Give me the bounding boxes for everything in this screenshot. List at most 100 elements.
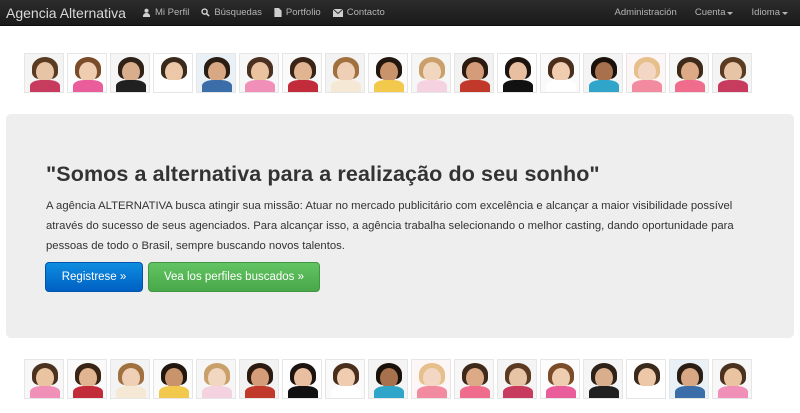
thumbnail-body	[718, 80, 748, 92]
profile-thumbnail[interactable]	[583, 359, 623, 399]
caret-down-icon	[727, 11, 734, 15]
profile-thumbnail[interactable]	[110, 53, 150, 93]
thumbnail-body	[718, 386, 748, 398]
user-icon	[142, 8, 151, 17]
thumbnail-face	[122, 62, 140, 82]
thumbnail-body	[202, 80, 232, 92]
thumbnail-face	[165, 368, 183, 388]
profile-thumbnail[interactable]	[540, 359, 580, 399]
thumbnail-face	[122, 368, 140, 388]
view-profiles-button[interactable]: Vea los perfiles buscados »	[148, 262, 320, 292]
profile-thumbnail[interactable]	[669, 359, 709, 399]
profile-thumbnail[interactable]	[282, 53, 322, 93]
thumbnail-face	[337, 62, 355, 82]
profile-thumbnail[interactable]	[411, 53, 451, 93]
nav-idioma-dropdown[interactable]: Idioma	[751, 7, 788, 18]
nav-idioma-label: Idioma	[751, 7, 780, 18]
nav-mi-perfil[interactable]: Mi Perfil	[142, 7, 189, 18]
thumbnail-body	[632, 386, 662, 398]
profile-thumbnail[interactable]	[497, 53, 537, 93]
profile-thumbnail[interactable]	[454, 53, 494, 93]
profile-thumbnail[interactable]	[24, 359, 64, 399]
profile-thumbnail[interactable]	[669, 53, 709, 93]
nav-administracion-label: Administración	[614, 7, 677, 18]
thumbnail-body	[546, 386, 576, 398]
thumbnail-body	[632, 80, 662, 92]
hero-title: "Somos a alternativa para a realização d…	[46, 162, 600, 186]
thumbnail-face	[509, 62, 527, 82]
thumbnail-body	[288, 386, 318, 398]
profile-thumbnail[interactable]	[239, 53, 279, 93]
thumbnail-face	[208, 368, 226, 388]
profile-thumbnail[interactable]	[325, 359, 365, 399]
thumbnail-body	[589, 80, 619, 92]
profile-thumbnail[interactable]	[196, 53, 236, 93]
thumbnail-face	[294, 368, 312, 388]
register-button[interactable]: Registrese »	[45, 262, 143, 292]
thumbnail-face	[251, 368, 269, 388]
nav-portfolio[interactable]: Portfolio	[274, 7, 321, 18]
brand-link[interactable]: Agencia Alternativa	[6, 5, 126, 21]
profile-thumbnail[interactable]	[411, 359, 451, 399]
profile-thumbnail[interactable]	[239, 359, 279, 399]
thumbnail-face	[552, 62, 570, 82]
profile-thumbnail[interactable]	[368, 359, 408, 399]
thumbnail-face	[423, 62, 441, 82]
nav-portfolio-label: Portfolio	[285, 7, 321, 18]
thumbnail-face	[294, 62, 312, 82]
caret-down-icon	[782, 11, 788, 15]
thumbnail-face	[380, 62, 398, 82]
thumbnail-body	[374, 80, 404, 92]
nav-administracion[interactable]: Administración	[615, 7, 677, 18]
profile-thumbnail[interactable]	[540, 53, 580, 93]
thumbnail-body	[417, 80, 447, 92]
profile-thumbnail[interactable]	[110, 359, 150, 399]
thumbnail-body	[331, 386, 361, 398]
thumbnail-face	[79, 368, 97, 388]
thumbnail-face	[208, 62, 226, 82]
profile-thumbnail[interactable]	[325, 53, 365, 93]
profile-thumbnail[interactable]	[67, 53, 107, 93]
nav-contacto[interactable]: Contacto	[332, 7, 385, 18]
nav-left-menu: Mi Perfil Búsquedas Portfolio Contacto	[142, 7, 397, 18]
photo-strip-top	[24, 53, 752, 93]
thumbnail-face	[466, 368, 484, 388]
profile-thumbnail[interactable]	[626, 359, 666, 399]
thumbnail-face	[552, 368, 570, 388]
profile-thumbnail[interactable]	[368, 53, 408, 93]
envelope-icon	[332, 8, 343, 17]
thumbnail-body	[202, 386, 232, 398]
profile-thumbnail[interactable]	[153, 53, 193, 93]
thumbnail-body	[460, 386, 490, 398]
thumbnail-body	[460, 80, 490, 92]
profile-thumbnail[interactable]	[196, 359, 236, 399]
thumbnail-body	[417, 386, 447, 398]
thumbnail-body	[675, 386, 705, 398]
profile-thumbnail[interactable]	[626, 53, 666, 93]
profile-thumbnail[interactable]	[497, 359, 537, 399]
thumbnail-face	[509, 368, 527, 388]
thumbnail-face	[595, 62, 613, 82]
profile-thumbnail[interactable]	[712, 53, 752, 93]
thumbnail-body	[116, 386, 146, 398]
profile-thumbnail[interactable]	[712, 359, 752, 399]
profile-thumbnail[interactable]	[153, 359, 193, 399]
thumbnail-face	[251, 62, 269, 82]
nav-busquedas[interactable]: Búsquedas	[201, 7, 262, 18]
profile-thumbnail[interactable]	[583, 53, 623, 93]
profile-thumbnail[interactable]	[454, 359, 494, 399]
profile-thumbnail[interactable]	[67, 359, 107, 399]
thumbnail-face	[466, 62, 484, 82]
thumbnail-face	[681, 62, 699, 82]
thumbnail-body	[503, 386, 533, 398]
top-navbar: Agencia Alternativa Mi Perfil Búsquedas …	[0, 0, 800, 26]
thumbnail-face	[724, 62, 742, 82]
photo-strip-bottom	[24, 359, 752, 399]
thumbnail-body	[159, 386, 189, 398]
nav-cuenta-dropdown[interactable]: Cuenta	[695, 7, 734, 18]
thumbnail-body	[30, 386, 60, 398]
profile-thumbnail[interactable]	[24, 53, 64, 93]
thumbnail-body	[675, 80, 705, 92]
hero-unit: "Somos a alternativa para a realização d…	[6, 114, 794, 338]
profile-thumbnail[interactable]	[282, 359, 322, 399]
